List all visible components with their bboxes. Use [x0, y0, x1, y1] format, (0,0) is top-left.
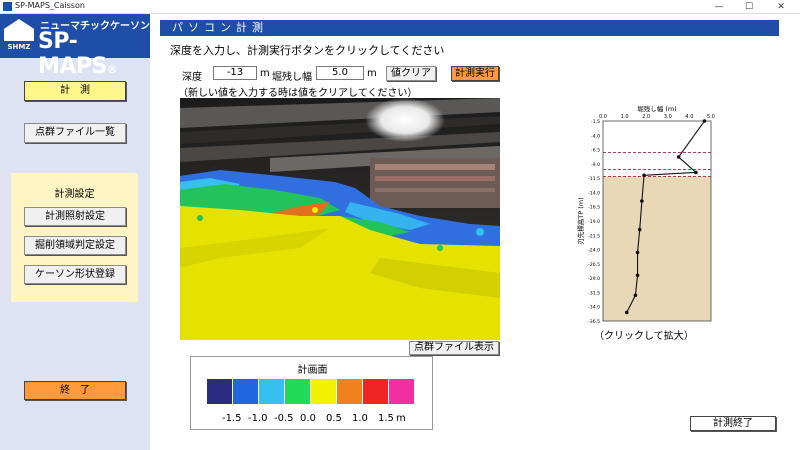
- app-logo: SHMZ ニューマチックケーソン SP-MAPS®: [0, 14, 150, 79]
- end-measure-button[interactable]: 計測終了: [690, 416, 776, 431]
- data-point: [642, 173, 646, 178]
- legend-tick-label: 1.5: [378, 413, 394, 424]
- y-tick-label: -19.0: [588, 219, 600, 225]
- data-point: [640, 199, 644, 203]
- remain-width-input[interactable]: 5.0: [316, 66, 364, 80]
- company-logo-text: SHMZ: [7, 43, 31, 51]
- maximize-button[interactable]: ☐: [734, 0, 764, 14]
- excavation-fill-area: [603, 176, 711, 321]
- chart-y-axis-label: 刃先標高TP (m): [576, 197, 585, 244]
- y-tick-label: -9.0: [591, 162, 600, 168]
- exit-button[interactable]: 終 了: [24, 381, 126, 400]
- legend-title: 計画面: [297, 365, 328, 376]
- y-tick-label: -4.0: [591, 133, 600, 139]
- data-point: [702, 119, 707, 123]
- sidebar: SHMZ ニューマチックケーソン SP-MAPS® 計 測 点群ファイル一覧 計…: [0, 14, 150, 450]
- x-tick-label: 2.0: [642, 114, 650, 120]
- legend-swatch: [285, 379, 310, 404]
- x-tick-label: 3.0: [664, 114, 672, 120]
- window-title: SP-MAPS_Caisson: [15, 1, 85, 10]
- close-button[interactable]: ✕: [766, 0, 796, 14]
- legend-swatch: [207, 379, 232, 404]
- show-pointcloud-file-button[interactable]: 点群ファイル表示: [409, 341, 499, 355]
- input-note: （新しい値を入力する時は値をクリアしてください）: [178, 88, 418, 99]
- x-tick-label: 0.0: [599, 114, 607, 120]
- company-logo-mark: SHMZ: [4, 19, 34, 53]
- remain-width-unit: m: [367, 68, 377, 79]
- clear-values-button[interactable]: 値クリア: [386, 66, 436, 81]
- data-point: [635, 250, 640, 255]
- remaining-width-profile-chart[interactable]: 堀残し幅 (m) 刃先標高TP (m) 0.0 1.0 2.0 3.0 4.0 5.0 -1…: [575, 98, 719, 326]
- chart-title: 堀残し幅 (m): [637, 104, 676, 113]
- y-tick-label: -14.0: [588, 190, 600, 196]
- legend-tick-label: 1.0: [352, 413, 368, 424]
- excavation-area-settings-button[interactable]: 掘削領域判定設定: [24, 236, 126, 255]
- pointcloud-list-button[interactable]: 点群ファイル一覧: [24, 123, 126, 143]
- settings-header: 計測設定: [54, 189, 95, 200]
- y-tick-label: -16.5: [588, 205, 600, 211]
- caisson-shape-register-button[interactable]: ケーソン形状登録: [24, 265, 126, 284]
- legend-swatch: [259, 379, 284, 404]
- instruction-text: 深度を入力し、計測実行ボタンをクリックしてください: [170, 44, 445, 57]
- execute-measure-button[interactable]: 計測実行: [451, 66, 499, 81]
- camera-pointcloud-view[interactable]: [180, 98, 500, 340]
- y-tick-label: -26.5: [588, 262, 600, 268]
- legend-swatch: [389, 379, 414, 404]
- x-tick-label: 1.0: [621, 114, 629, 120]
- legend-tick-label: -1.0: [248, 413, 268, 424]
- measure-settings-panel: 計測設定 計測照射設定 掘削領域判定設定 ケーソン形状登録: [11, 173, 138, 302]
- app-icon: [3, 2, 12, 11]
- legend-tick-label: -0.5: [274, 413, 294, 424]
- y-tick-label: -31.5: [588, 290, 600, 296]
- legend-tick-label: 0.5: [326, 413, 342, 424]
- legend-swatch: [337, 379, 362, 404]
- x-tick-label: 4.0: [685, 114, 693, 120]
- data-point: [694, 170, 698, 175]
- legend-swatch: [363, 379, 388, 404]
- click-to-enlarge-text: （クリックして拡大）: [594, 331, 694, 342]
- window-titlebar: SP-MAPS_Caisson — ☐ ✕: [0, 0, 800, 14]
- y-tick-label: -6.5: [591, 148, 600, 154]
- depth-input[interactable]: -13: [213, 66, 257, 80]
- y-tick-label: -1.5: [591, 119, 600, 125]
- logo-name: SP-MAPS®: [38, 29, 118, 79]
- legend-swatch: [233, 379, 258, 404]
- measure-button[interactable]: 計 測: [24, 81, 126, 101]
- y-tick-label: -36.5: [588, 319, 600, 325]
- remain-width-label: 堀残し幅: [272, 72, 312, 83]
- irradiation-settings-button[interactable]: 計測照射設定: [24, 207, 126, 226]
- data-point: [637, 227, 642, 232]
- data-point: [676, 155, 681, 159]
- elevation-legend: 計画面 -1.5 -1.0 -0.5 0.0 0.5 1.0 1.5 m: [190, 356, 433, 430]
- depth-unit: m: [260, 68, 270, 79]
- main-header: パソコン計測: [160, 20, 779, 36]
- data-point: [624, 310, 629, 315]
- data-point: [635, 273, 640, 278]
- y-tick-label: -29.0: [588, 276, 600, 282]
- legend-tick-label: -1.5: [222, 413, 242, 424]
- legend-swatch: [311, 379, 336, 404]
- x-tick-label: 5.0: [707, 114, 715, 120]
- legend-unit: m: [396, 413, 406, 424]
- minimize-button[interactable]: —: [704, 0, 734, 14]
- depth-label: 深度: [182, 72, 202, 83]
- legend-tick-label: 0.0: [300, 413, 316, 424]
- y-tick-label: -11.5: [588, 176, 600, 182]
- y-tick-label: -21.5: [588, 233, 600, 239]
- y-tick-label: -24.0: [588, 248, 600, 254]
- data-point: [633, 293, 638, 298]
- y-tick-label: -34.0: [588, 305, 600, 311]
